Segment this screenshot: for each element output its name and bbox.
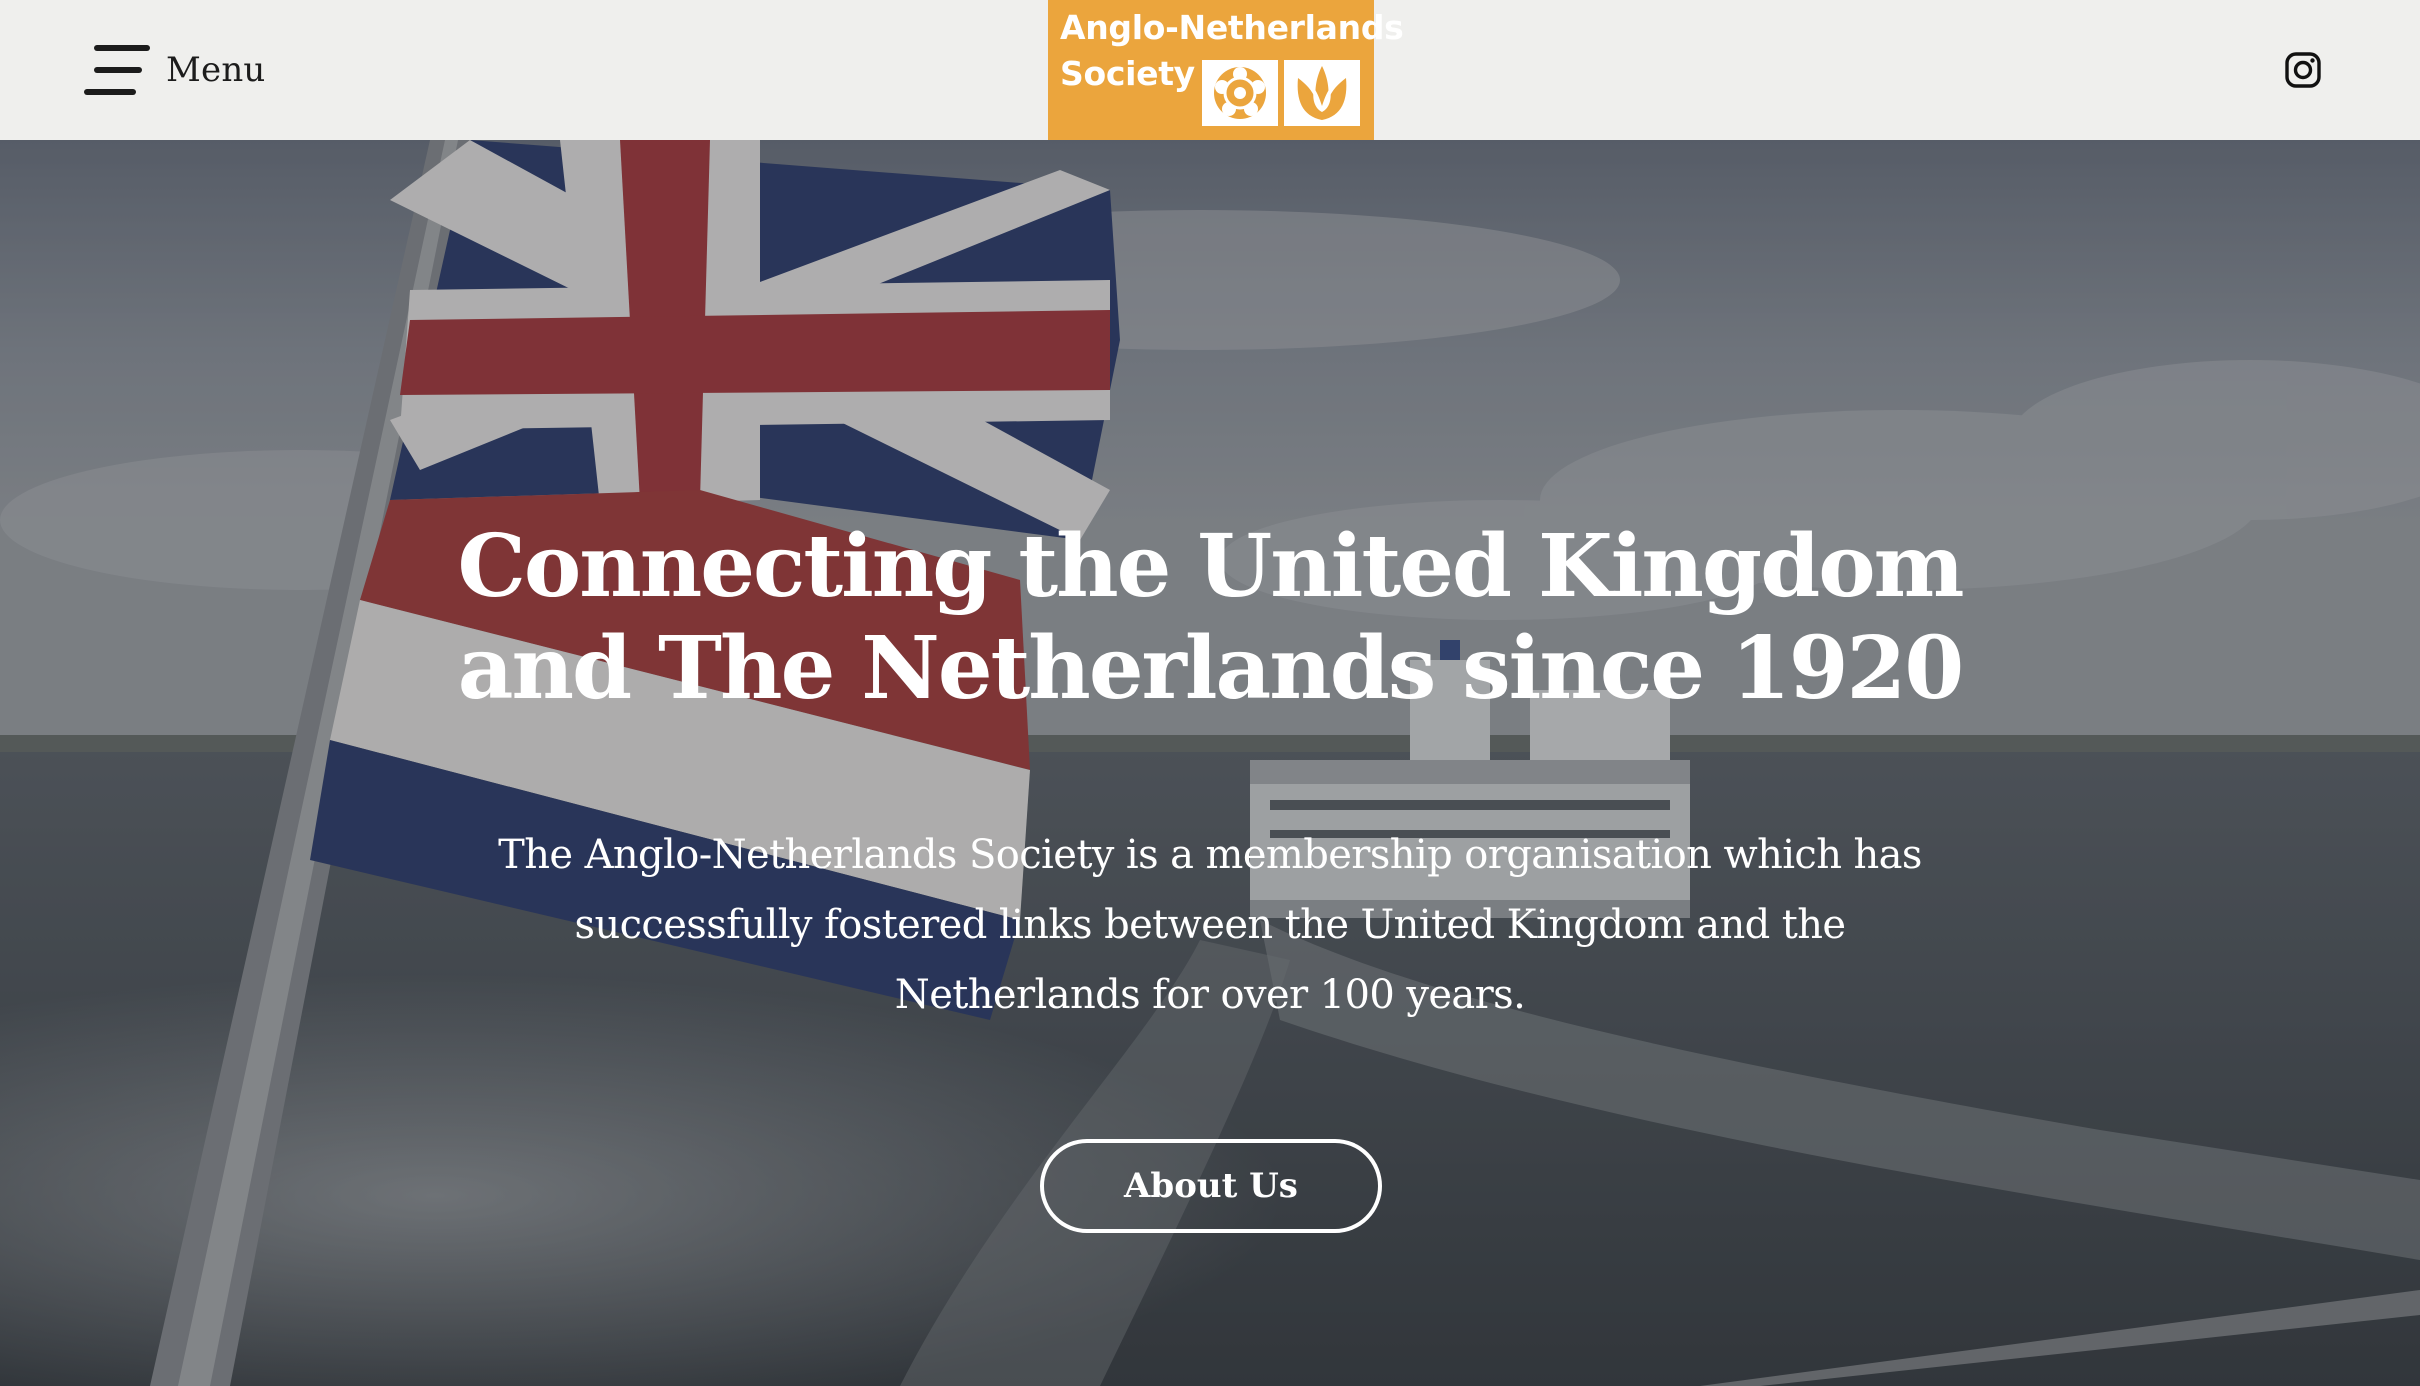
logo-text-line1: Anglo-Netherlands — [1060, 8, 1404, 47]
site-header: Menu Anglo-Netherlands Society — [0, 0, 2420, 140]
menu-button[interactable]: Menu — [84, 44, 266, 96]
hero-headline: Connecting the United Kingdom and The Ne… — [457, 516, 1964, 719]
site-logo[interactable]: Anglo-Netherlands Society — [1048, 0, 1404, 140]
instagram-icon[interactable] — [2285, 52, 2321, 88]
tulip-icon — [1284, 60, 1360, 126]
menu-label: Menu — [166, 50, 266, 90]
about-us-button[interactable]: About Us — [1040, 1139, 1382, 1233]
hamburger-icon — [84, 44, 150, 96]
hero-description: The Anglo-Netherlands Society is a membe… — [498, 832, 1922, 1018]
hero-content: Connecting the United Kingdom and The Ne… — [0, 140, 2420, 1386]
tudor-rose-icon — [1202, 60, 1278, 126]
logo-text-line2: Society — [1060, 54, 1195, 93]
hero-section: Connecting the United Kingdom and The Ne… — [0, 140, 2420, 1386]
